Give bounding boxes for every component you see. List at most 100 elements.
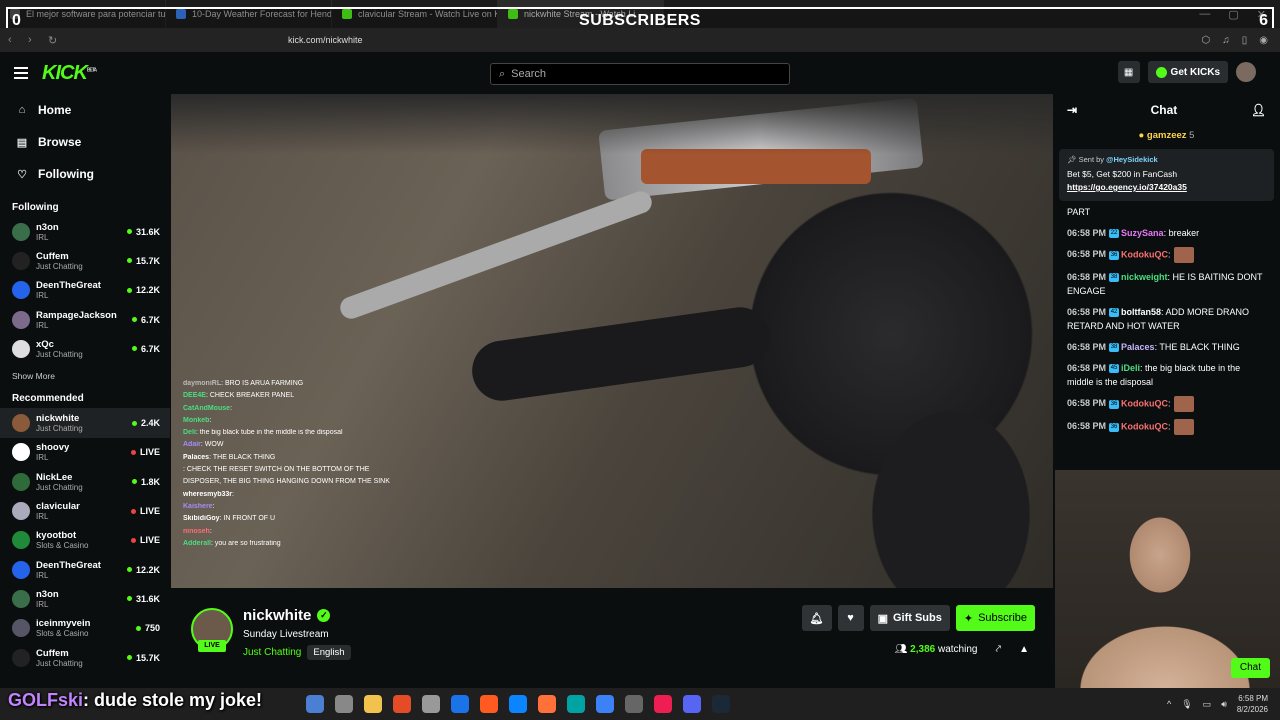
chat-username[interactable]: KodokuQC: [1121, 421, 1168, 431]
video-chat-line: DISPOSER, THE BIG THING HANGING DOWN FRO…: [183, 478, 390, 486]
channel-viewers: 15.7K: [126, 256, 160, 266]
taskbar-app-icon[interactable]: [653, 695, 672, 713]
chat-message[interactable]: 06:58 PM 36 KodokuQC:: [1067, 247, 1266, 263]
chat-message[interactable]: 06:58 PM 36 KodokuQC:: [1067, 396, 1266, 412]
chat-message[interactable]: 06:58 PM 38 Palaces: THE BLACK THING: [1067, 340, 1266, 354]
sidebar-channel-rampagejackson[interactable]: RampageJackson IRL 6.7K: [0, 305, 170, 334]
chat-username[interactable]: boltfan58: [1121, 307, 1161, 317]
taskbar-app-icon[interactable]: [479, 695, 498, 713]
live-dot-icon: [135, 625, 141, 631]
sidebar-channel-n3on[interactable]: n3on IRL 31.6K: [0, 217, 170, 246]
taskbar-app-icon[interactable]: [508, 695, 527, 713]
sidebar-channel-cuffem[interactable]: Cuffem Just Chatting 15.7K: [0, 246, 170, 275]
category-link[interactable]: Just Chatting: [243, 647, 301, 658]
chat-username[interactable]: SuzySana: [1121, 228, 1164, 238]
gift-subs-button[interactable]: ▣ Gift Subs: [869, 605, 950, 631]
taskbar-app-icon[interactable]: [566, 695, 585, 713]
share-icon[interactable]: ⤤: [995, 644, 1001, 655]
chat-send-button[interactable]: Chat: [1230, 658, 1270, 678]
sidebar-channel-xqc[interactable]: xQc Just Chatting 6.7K: [0, 334, 170, 363]
chat-message[interactable]: 06:58 PM 22 SuzySana: breaker: [1067, 226, 1266, 240]
nav-following[interactable]: ♡ Following: [0, 158, 170, 190]
channel-category: IRL: [36, 453, 49, 463]
volume-icon[interactable]: 🔊︎: [1221, 699, 1227, 710]
sidebar-channel-deenthegreat[interactable]: DeenTheGreat IRL 12.2K: [0, 276, 170, 305]
nav-browse[interactable]: ▤ Browse: [0, 126, 170, 158]
channel-avatar: [12, 414, 30, 433]
taskbar-app-icon[interactable]: [624, 695, 643, 713]
chat-message[interactable]: 06:58 PM 38 nickweight: HE IS BAITING DONT…: [1067, 270, 1266, 298]
video-player[interactable]: daymoniRL: BRO IS ARUA FARMING DEE4E: CHE…: [171, 94, 1053, 588]
mic-icon[interactable]: 🎙︎: [1181, 699, 1192, 710]
sidebar-channel-clavicular[interactable]: clavicular IRL LIVE: [0, 496, 170, 525]
chat-username[interactable]: KodokuQC: [1121, 398, 1168, 408]
chat-username[interactable]: Palaces: [1121, 342, 1155, 352]
sidebar-channel-nicklee[interactable]: NickLee Just Chatting 1.8K: [0, 467, 170, 496]
user-avatar[interactable]: [1236, 62, 1256, 82]
channel-viewers: 6.7K: [131, 344, 160, 354]
pinned-message[interactable]: 📌︎ Sent by @HeySidekick Bet $5, Get $200…: [1059, 149, 1274, 201]
follow-heart-button[interactable]: ♥: [837, 605, 864, 631]
sidebar-toggle-icon[interactable]: ▯: [1242, 35, 1248, 46]
sidebar-channel-deenthegreat[interactable]: DeenTheGreat IRL 12.2K: [0, 555, 170, 584]
sidebar-channel-iceinmyvein[interactable]: iceinmyvein Slots & Casino 750: [0, 614, 170, 643]
chat-message[interactable]: 06:58 PM 45 iDeli: the big black tube in t…: [1067, 361, 1266, 389]
video-chat-line: SkibidiGoy: IN FRONT OF U: [183, 515, 276, 523]
nav-label: Home: [38, 103, 72, 117]
subscribe-button[interactable]: ✦ Subscribe: [955, 605, 1035, 631]
nav-home[interactable]: ⌂ Home: [0, 94, 170, 126]
taskbar-app-icon[interactable]: [711, 695, 730, 713]
sidebar-channel-nickwhite[interactable]: nickwhite Just Chatting 2.4K: [0, 408, 170, 438]
taskbar-app-icon[interactable]: [421, 695, 440, 713]
clock[interactable]: 6:58 PM 8/2/2026: [1237, 693, 1268, 715]
network-icon[interactable]: ▭: [1203, 699, 1212, 710]
profile-icon[interactable]: ◉: [1259, 35, 1268, 46]
taskbar-app-icon[interactable]: [305, 695, 324, 713]
sidebar-channel-cuffem[interactable]: Cuffem Just Chatting 15.7K: [0, 643, 170, 672]
language-tag[interactable]: English: [307, 645, 351, 660]
taskbar-app-icon[interactable]: [450, 695, 469, 713]
show-more-link[interactable]: Show More: [0, 371, 170, 381]
forward-icon[interactable]: ›: [28, 34, 48, 46]
collapse-chat-icon[interactable]: ⇥: [1067, 103, 1077, 117]
channel-viewers: 31.6K: [126, 594, 160, 604]
taskbar-app-icon[interactable]: [537, 695, 556, 713]
sidebar-channel-kyootbot[interactable]: kyootbot Slots & Casino LIVE: [0, 526, 170, 555]
chat-timestamp: 06:58 PM: [1067, 363, 1107, 373]
chat-text: :: [1168, 249, 1171, 260]
live-dot-icon: [126, 596, 132, 602]
taskbar-app-icon[interactable]: [363, 695, 382, 713]
taskbar-app-icon[interactable]: [392, 695, 411, 713]
get-kicks-button[interactable]: Get KICKs: [1147, 61, 1228, 83]
back-icon[interactable]: ‹: [8, 34, 28, 46]
search-input[interactable]: ⌕ Search: [490, 63, 790, 85]
url-field[interactable]: kick.com/nickwhite: [288, 35, 363, 45]
taskbar-app-icon[interactable]: [334, 695, 353, 713]
sidebar-channel-n3on[interactable]: n3on IRL 31.6K: [0, 584, 170, 613]
sub-badge-icon: 36: [1109, 250, 1120, 260]
tray-chevron-icon[interactable]: ^: [1167, 699, 1171, 709]
menu-icon[interactable]: [14, 67, 28, 79]
kick-logo[interactable]: KICKBETA: [42, 62, 97, 85]
chat-message[interactable]: 06:58 PM 36 KodokuQC:: [1067, 419, 1266, 435]
chat-timestamp: 06:58 PM: [1067, 342, 1107, 352]
chat-message[interactable]: 06:58 PM 42 boltfan58: ADD MORE DRANO RETA…: [1067, 305, 1266, 333]
chat-users-icon[interactable]: 👤︎: [1251, 103, 1266, 117]
media-icon[interactable]: ♫: [1222, 35, 1230, 46]
viewers-icon: 👥︎: [894, 644, 908, 655]
chat-username[interactable]: KodokuQC: [1121, 249, 1168, 259]
reload-icon[interactable]: ↻: [48, 34, 68, 47]
library-icon[interactable]: ▦: [1117, 61, 1140, 83]
pinned-link[interactable]: https://go.egency.io/37420a35: [1067, 182, 1266, 192]
sidebar-channel-shoovy[interactable]: shoovy IRL LIVE: [0, 438, 170, 467]
channel-name: xQc: [36, 338, 54, 350]
notification-bell-button[interactable]: 🔔︎: [801, 605, 832, 631]
extension-icon[interactable]: ⬡: [1202, 35, 1211, 46]
chat-username[interactable]: nickweight: [1121, 272, 1168, 282]
emote-icon: [1173, 396, 1194, 412]
taskbar-app-icon[interactable]: [595, 695, 614, 713]
taskbar-app-icon[interactable]: [682, 695, 701, 713]
streamer-name[interactable]: nickwhite ✓: [243, 607, 331, 624]
chat-username[interactable]: iDeli: [1121, 363, 1140, 373]
report-icon[interactable]: ▲: [1019, 644, 1029, 655]
